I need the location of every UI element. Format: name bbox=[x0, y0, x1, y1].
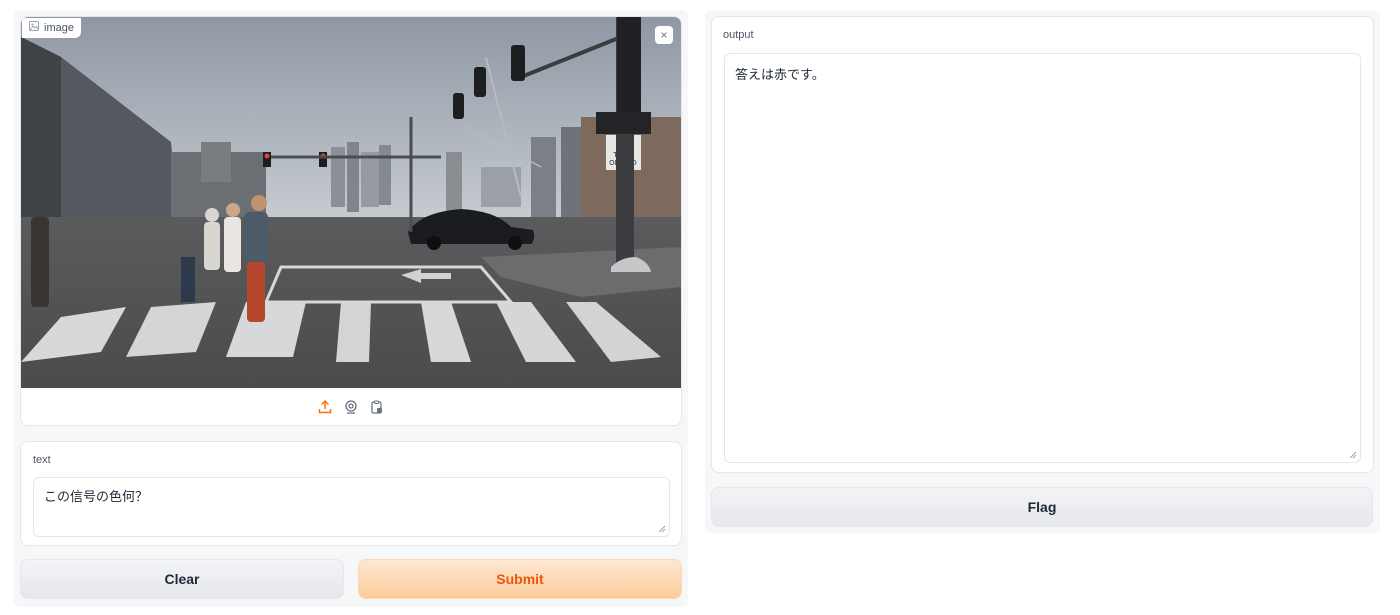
image-icon bbox=[29, 21, 39, 34]
output-block: output 答えは赤です。 bbox=[711, 16, 1374, 473]
resize-handle-icon[interactable] bbox=[658, 525, 666, 533]
text-input[interactable]: この信号の色何？ bbox=[33, 477, 670, 537]
clear-image-button[interactable]: × bbox=[655, 26, 673, 44]
image-source-bar bbox=[21, 388, 681, 425]
clipboard-icon[interactable] bbox=[369, 399, 385, 415]
street-photo[interactable]: NO TURN ON RED bbox=[21, 17, 681, 388]
text-input-block: text この信号の色何？ bbox=[20, 441, 682, 546]
image-label: image bbox=[44, 21, 74, 34]
close-icon: × bbox=[660, 28, 668, 42]
submit-button[interactable]: Submit bbox=[358, 559, 682, 599]
clear-button[interactable]: Clear bbox=[20, 559, 344, 599]
text-input-value: この信号の色何？ bbox=[44, 490, 149, 505]
output-label: output bbox=[723, 29, 754, 41]
upload-icon[interactable] bbox=[317, 399, 333, 415]
text-label: text bbox=[33, 454, 51, 466]
flag-button[interactable]: Flag bbox=[711, 487, 1373, 527]
image-label-chip: image bbox=[22, 18, 81, 38]
image-input-block: NO TURN ON RED bbox=[20, 16, 682, 426]
output-textbox[interactable]: 答えは赤です。 bbox=[724, 53, 1361, 463]
resize-handle-icon[interactable] bbox=[1349, 451, 1357, 459]
output-value: 答えは赤です。 bbox=[735, 68, 825, 83]
webcam-icon[interactable] bbox=[343, 399, 359, 415]
